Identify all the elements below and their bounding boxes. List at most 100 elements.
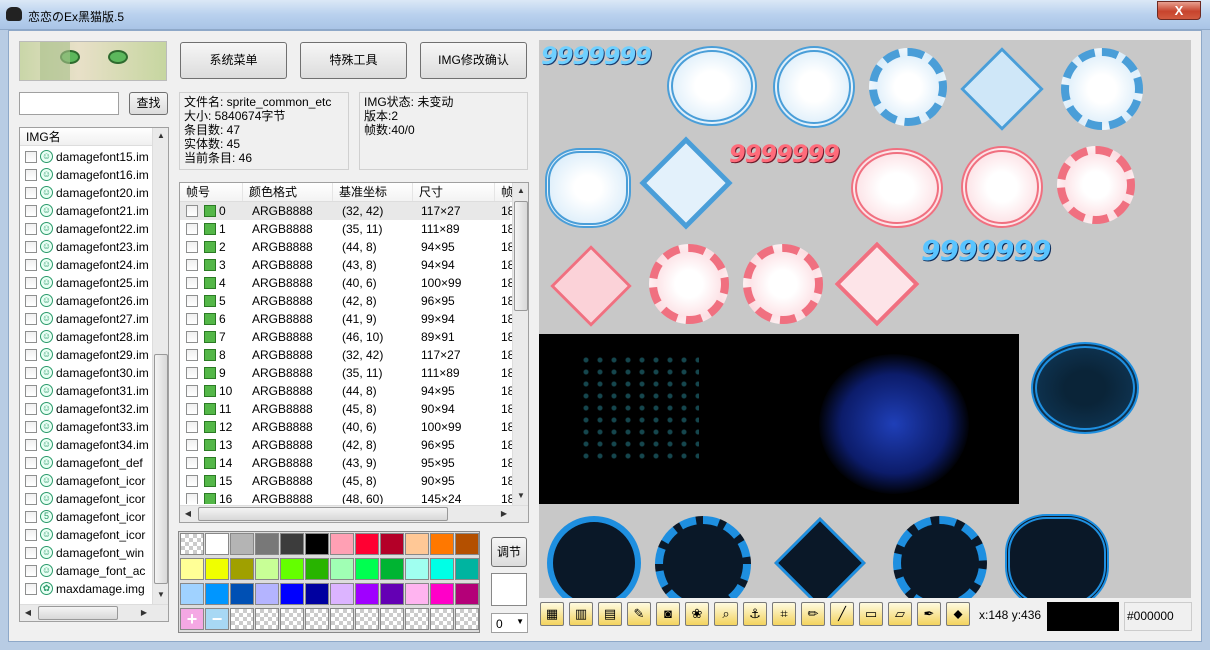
palette-swatch[interactable] xyxy=(430,533,454,555)
search-button[interactable]: 查找 xyxy=(129,92,168,115)
paint-icon[interactable]: ✎ xyxy=(627,602,651,626)
img-list-item[interactable]: ☺ damage_font_ac xyxy=(20,561,152,579)
palette-swatch[interactable] xyxy=(180,558,204,580)
item-checkbox[interactable] xyxy=(25,330,37,343)
palette-swatch[interactable] xyxy=(280,533,304,555)
item-checkbox[interactable] xyxy=(25,312,37,325)
scroll-up-arrow[interactable]: ▲ xyxy=(153,128,168,144)
palette-swatch[interactable] xyxy=(455,583,479,605)
transparent-swatch[interactable] xyxy=(180,533,204,555)
line-icon[interactable]: ╱ xyxy=(830,602,854,626)
transparent-swatch[interactable] xyxy=(305,608,329,630)
frame-checkbox[interactable] xyxy=(186,223,198,235)
item-checkbox[interactable] xyxy=(25,582,37,595)
img-list-item[interactable]: ☺ damagefont16.im xyxy=(20,165,152,183)
frame-checkbox[interactable] xyxy=(186,475,198,487)
col-base-coord[interactable]: 基准坐标 xyxy=(333,183,413,201)
transparent-swatch[interactable] xyxy=(255,608,279,630)
search-input[interactable] xyxy=(19,92,119,115)
frame-checkbox[interactable] xyxy=(186,277,198,289)
img-list-item[interactable]: ☺ damagefont20.im xyxy=(20,183,152,201)
frame-checkbox[interactable] xyxy=(186,493,198,504)
table-row[interactable]: 2 ARGB8888 (44, 8) 94×95 18 xyxy=(180,238,512,256)
palette-swatch[interactable] xyxy=(380,583,404,605)
item-checkbox[interactable] xyxy=(25,384,37,397)
table-row[interactable]: 12 ARGB8888 (40, 6) 100×99 18 xyxy=(180,418,512,436)
item-checkbox[interactable] xyxy=(25,546,37,559)
img-list-item[interactable]: ☺ damagefont27.im xyxy=(20,309,152,327)
palette-swatch[interactable] xyxy=(305,558,329,580)
camera-icon[interactable]: ◙ xyxy=(656,602,680,626)
color-hex-field[interactable]: #000000 xyxy=(1124,602,1192,631)
transparent-swatch[interactable] xyxy=(430,608,454,630)
frame-checkbox[interactable] xyxy=(186,313,198,325)
img-list-item[interactable]: ☺ damagefont_icor xyxy=(20,489,152,507)
frame-checkbox[interactable] xyxy=(186,331,198,343)
frame-checkbox[interactable] xyxy=(186,241,198,253)
palette-swatch[interactable] xyxy=(430,558,454,580)
table-row[interactable]: 16 ARGB8888 (48, 60) 145×24 18 xyxy=(180,490,512,504)
col-color-format[interactable]: 颜色格式 xyxy=(243,183,333,201)
film-icon[interactable]: ▤ xyxy=(598,602,622,626)
table-row[interactable]: 8 ARGB8888 (32, 42) 117×27 18 xyxy=(180,346,512,364)
item-checkbox[interactable] xyxy=(25,420,37,433)
table-row[interactable]: 3 ARGB8888 (43, 8) 94×94 18 xyxy=(180,256,512,274)
palette-swatch[interactable] xyxy=(255,558,279,580)
scroll-left-arrow[interactable]: ◀ xyxy=(20,605,36,621)
eraser-icon[interactable]: ▱ xyxy=(888,602,912,626)
frame-checkbox[interactable] xyxy=(186,295,198,307)
palette-swatch[interactable] xyxy=(205,558,229,580)
palette-swatch[interactable] xyxy=(330,583,354,605)
transparent-swatch[interactable] xyxy=(355,608,379,630)
frame-checkbox[interactable] xyxy=(186,367,198,379)
scroll-right-arrow[interactable]: ▶ xyxy=(496,506,512,522)
scroll-thumb[interactable] xyxy=(154,354,168,584)
img-list-item[interactable]: ☺ damagefont28.im xyxy=(20,327,152,345)
img-list-item[interactable]: ✿ maxdamage.img xyxy=(20,579,152,597)
img-list-item[interactable]: ☺ damagefont30.im xyxy=(20,363,152,381)
img-list-item[interactable]: ☺ damagefont25.im xyxy=(20,273,152,291)
img-list-item[interactable]: ☺ damagefont_icor xyxy=(20,525,152,543)
img-list-item[interactable]: ☺ damagefont22.im xyxy=(20,219,152,237)
frame-hscroll[interactable]: ◀ ▶ xyxy=(180,505,528,522)
item-checkbox[interactable] xyxy=(25,150,37,163)
img-list-hscroll[interactable]: ◀ ▶ xyxy=(20,604,168,621)
palette-swatch[interactable] xyxy=(255,533,279,555)
img-list[interactable]: IMG名 ▲ ▼ ◀ ▶ ☺ damagefont15.im ☺ damagefont… xyxy=(19,127,169,622)
fill-icon[interactable]: ⬥ xyxy=(946,602,970,626)
system-menu-button[interactable]: 系统菜单 xyxy=(180,42,287,79)
frame-checkbox[interactable] xyxy=(186,349,198,361)
img-list-item[interactable]: ☺ damagefont34.im xyxy=(20,435,152,453)
scroll-thumb-h[interactable] xyxy=(198,507,448,521)
palette-swatch[interactable] xyxy=(230,583,254,605)
eyedropper-icon[interactable]: ✒ xyxy=(917,602,941,626)
img-list-item[interactable]: ☺ damagefont32.im xyxy=(20,399,152,417)
remove-color-icon[interactable]: − xyxy=(205,608,229,630)
img-list-vscroll[interactable]: ▲ ▼ xyxy=(152,128,168,604)
frame-checkbox[interactable] xyxy=(186,403,198,415)
palette-swatch[interactable] xyxy=(455,558,479,580)
table-row[interactable]: 13 ARGB8888 (42, 8) 96×95 18 xyxy=(180,436,512,454)
palette-swatch[interactable] xyxy=(405,583,429,605)
table-row[interactable]: 7 ARGB8888 (46, 10) 89×91 18 xyxy=(180,328,512,346)
col-frame-id[interactable]: 帧号 xyxy=(180,183,243,201)
frame-checkbox[interactable] xyxy=(186,205,198,217)
item-checkbox[interactable] xyxy=(25,168,37,181)
palette-swatch[interactable] xyxy=(330,558,354,580)
item-checkbox[interactable] xyxy=(25,222,37,235)
palette-swatch[interactable] xyxy=(230,558,254,580)
table-row[interactable]: 15 ARGB8888 (45, 8) 90×95 18 xyxy=(180,472,512,490)
palette-swatch[interactable] xyxy=(255,583,279,605)
img-list-item[interactable]: ☺ damagefont24.im xyxy=(20,255,152,273)
transparent-swatch[interactable] xyxy=(230,608,254,630)
img-confirm-button[interactable]: IMG修改确认 xyxy=(420,42,527,79)
palette-swatch[interactable] xyxy=(405,533,429,555)
current-color-swatch[interactable] xyxy=(491,573,527,606)
frame-checkbox[interactable] xyxy=(186,259,198,271)
scroll-thumb[interactable] xyxy=(514,201,528,311)
palette-swatch[interactable] xyxy=(455,533,479,555)
item-checkbox[interactable] xyxy=(25,258,37,271)
frame-checkbox[interactable] xyxy=(186,439,198,451)
palette-swatch[interactable] xyxy=(180,583,204,605)
adjust-button[interactable]: 调节 xyxy=(491,537,527,567)
